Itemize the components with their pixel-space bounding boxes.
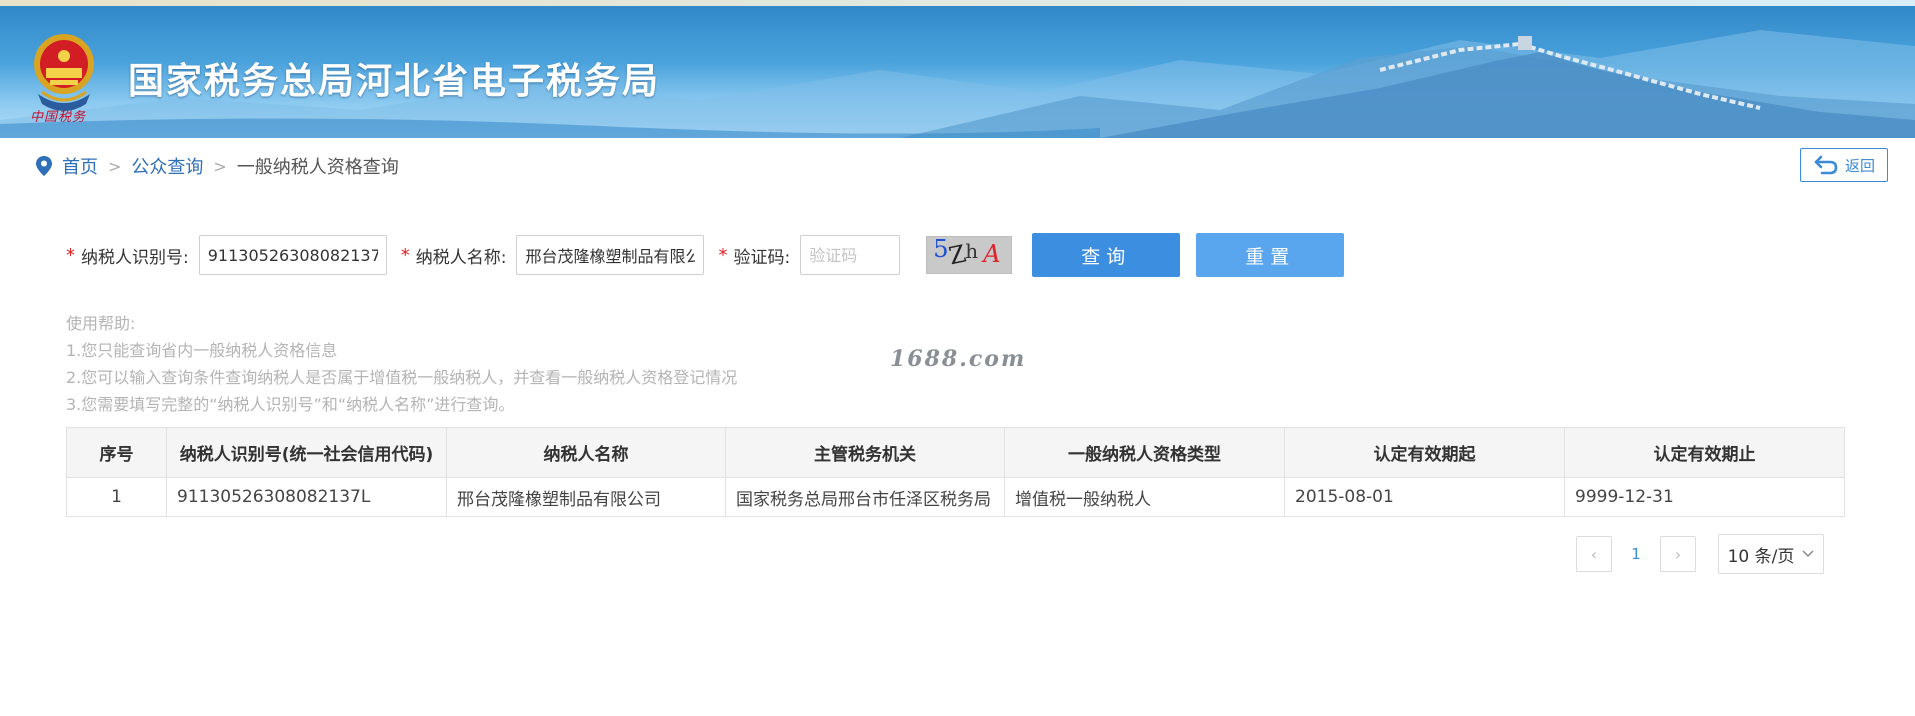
site-title: 国家税务总局河北省电子税务局 [128, 61, 661, 102]
table-header-row: 序号 纳税人识别号(统一社会信用代码) 纳税人名称 主管税务机关 一般纳税人资格… [66, 427, 1845, 478]
breadcrumb-public-query-link[interactable]: 公众查询 [131, 153, 203, 179]
taxpayer-id-input[interactable] [198, 235, 387, 275]
help-line: 1.您只能查询省内一般纳税人资格信息 [66, 341, 338, 360]
prev-page-button[interactable]: ‹ [1576, 536, 1612, 572]
taxpayer-id-label: 纳税人识别号: [81, 247, 189, 268]
page-size-value: 10 条/页 [1727, 546, 1795, 567]
required-mark: * [718, 244, 728, 266]
results-table: 序号 纳税人识别号(统一社会信用代码) 纳税人名称 主管税务机关 一般纳税人资格… [66, 427, 1845, 517]
back-button-label: 返回 [1844, 156, 1875, 175]
back-button[interactable]: 返回 [1800, 148, 1888, 182]
help-line: 3.您需要填写完整的“纳税人识别号”和“纳税人名称”进行查询。 [66, 395, 515, 414]
query-form: * 纳税人识别号: * 纳税人名称: * 验证码: 5 Z h A 查询 重置 [66, 233, 1345, 277]
location-pin-icon [36, 156, 52, 176]
taxpayer-name-input[interactable] [516, 235, 705, 275]
captcha-char: h [965, 239, 979, 263]
col-header-valid-from: 认定有效期起 [1284, 427, 1565, 478]
emblem-caption: 中国税务 [30, 110, 87, 125]
captcha-input[interactable] [800, 235, 901, 275]
required-mark: * [400, 244, 410, 266]
cell-taxpayer-name: 邢台茂隆橡塑制品有限公司 [446, 477, 726, 517]
breadcrumb-separator: > [213, 156, 227, 176]
col-header-taxpayer-id: 纳税人识别号(统一社会信用代码) [166, 427, 447, 478]
cell-tax-authority: 国家税务总局邢台市任泽区税务局 [725, 477, 1005, 517]
query-button[interactable]: 查询 [1032, 233, 1181, 277]
breadcrumb-separator: > [108, 156, 122, 176]
reset-button[interactable]: 重置 [1196, 233, 1345, 277]
watermark: 1688.com [890, 346, 1027, 372]
page-number-current[interactable]: 1 [1612, 545, 1660, 563]
col-header-index: 序号 [66, 427, 167, 478]
breadcrumb: 首页 > 公众查询 > 一般纳税人资格查询 [36, 154, 399, 178]
col-header-qualification-type: 一般纳税人资格类型 [1004, 427, 1285, 478]
col-header-taxpayer-name: 纳税人名称 [446, 427, 726, 478]
cell-qualification-type: 增值税一般纳税人 [1004, 477, 1285, 517]
usage-help: 使用帮助: 1.您只能查询省内一般纳税人资格信息 2.您可以输入查询条件查询纳税… [66, 310, 737, 418]
next-page-button[interactable]: › [1660, 536, 1696, 572]
required-mark: * [66, 244, 75, 266]
col-header-valid-to: 认定有效期止 [1564, 427, 1845, 478]
taxpayer-name-label: 纳税人名称: [415, 247, 507, 268]
chevron-down-icon [1802, 550, 1814, 558]
captcha-char: 5 [933, 236, 949, 263]
table-row: 1 91130526308082137L 邢台茂隆橡塑制品有限公司 国家税务总局… [66, 477, 1845, 517]
breadcrumb-current: 一般纳税人资格查询 [236, 157, 399, 178]
pagination: ‹ 1 › 10 条/页 [1576, 534, 1824, 574]
page-size-select[interactable]: 10 条/页 [1718, 534, 1824, 574]
captcha-char: A [983, 240, 1001, 268]
help-title: 使用帮助: [66, 314, 136, 333]
back-arrow-icon [1814, 155, 1838, 175]
captcha-label: 验证码: [733, 247, 791, 268]
cell-valid-from: 2015-08-01 [1284, 477, 1565, 517]
cell-index: 1 [66, 477, 167, 517]
cell-valid-to: 9999-12-31 [1564, 477, 1845, 517]
captcha-image[interactable]: 5 Z h A [926, 236, 1013, 274]
cell-taxpayer-id: 91130526308082137L [166, 477, 447, 517]
help-line: 2.您可以输入查询条件查询纳税人是否属于增值税一般纳税人，并查看一般纳税人资格登… [66, 368, 738, 387]
breadcrumb-home-link[interactable]: 首页 [62, 153, 98, 179]
col-header-tax-authority: 主管税务机关 [725, 427, 1005, 478]
header-banner: 中国税务 国家税务总局河北省电子税务局 [0, 0, 1915, 138]
